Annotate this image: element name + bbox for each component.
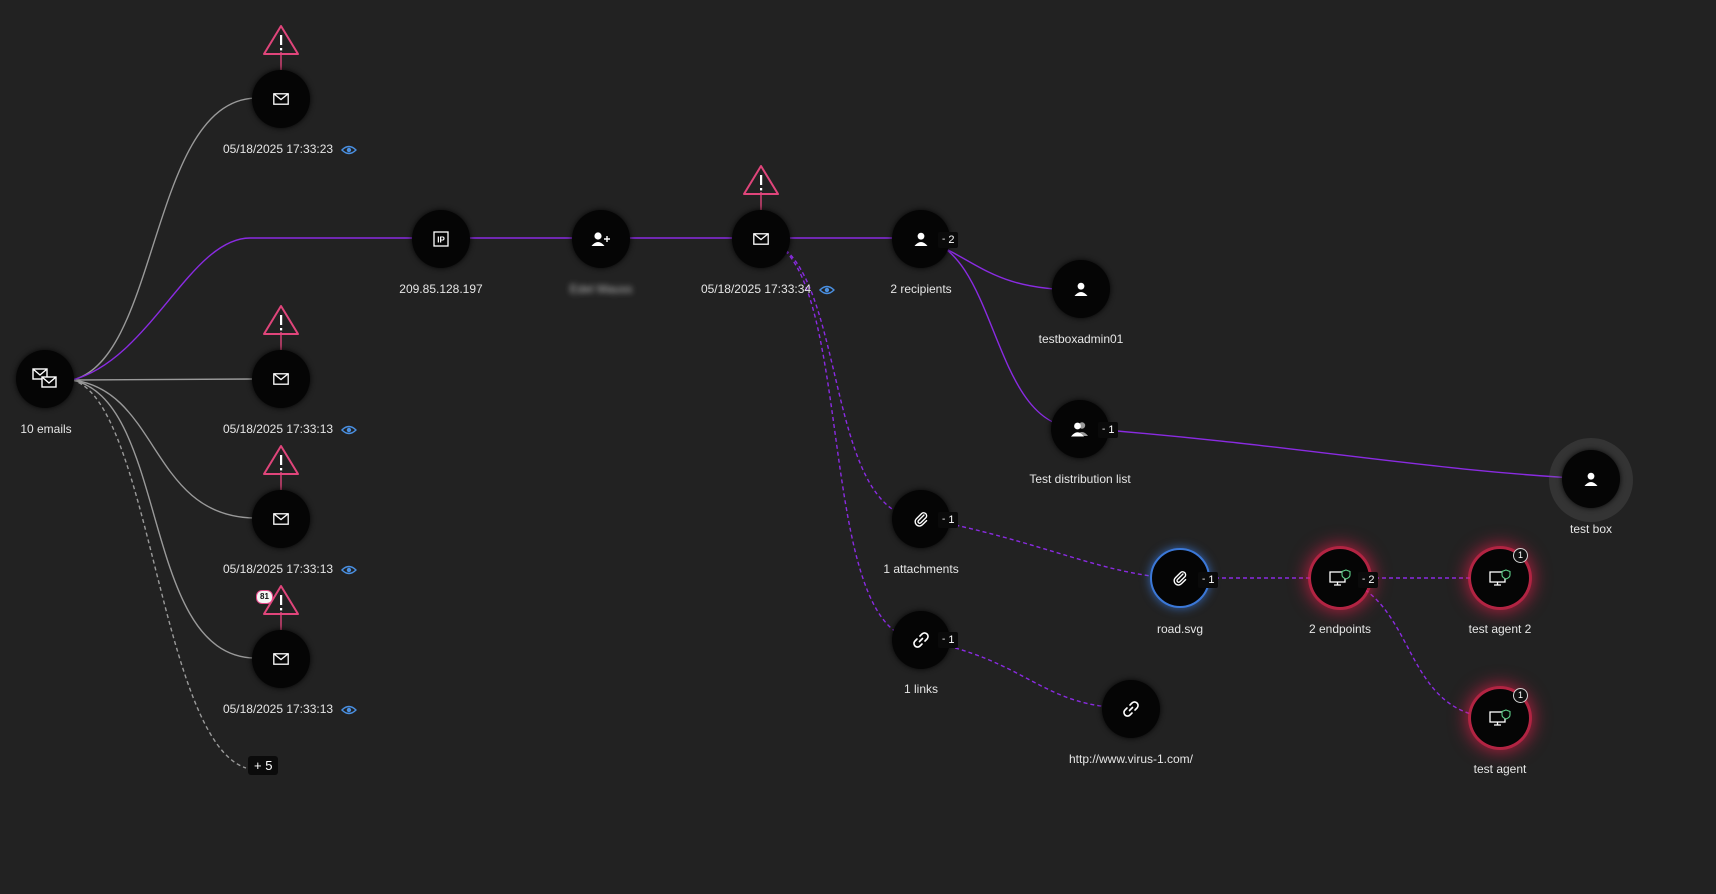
attachments-label: 1 attachments <box>883 562 959 576</box>
email-timestamp-3: 05/18/2025 17:33:13 <box>223 562 358 576</box>
recipients-count[interactable]: -2 <box>938 232 959 248</box>
email-timestamp-1: 05/18/2025 17:33:23 <box>223 142 358 156</box>
envelope-icon <box>273 513 289 525</box>
paperclip-icon <box>1173 571 1187 586</box>
edge-endpoints-agent1 <box>1339 577 1501 719</box>
testbox-label: test box <box>1569 522 1613 536</box>
user-icon <box>1074 282 1088 296</box>
warning-icon <box>263 25 299 55</box>
endpoints-count[interactable]: -2 <box>1358 572 1379 588</box>
endpoints-label: 2 endpoints <box>1308 622 1372 636</box>
show-more-button[interactable]: + 5 <box>248 756 279 775</box>
road-svg-label: road.svg <box>1156 622 1204 636</box>
test-agent-alert-badge: 1 <box>1513 688 1528 703</box>
endpoint-icon <box>1329 569 1351 586</box>
distribution-label: Test distribution list <box>1029 472 1131 486</box>
test-agent-2-label: test agent 2 <box>1468 622 1532 636</box>
recipients-label: 2 recipients <box>890 282 952 296</box>
edge-root-email-3 <box>71 379 257 519</box>
main-email-node[interactable] <box>732 210 790 268</box>
endpoint-icon <box>1489 569 1511 586</box>
sender-label: Edel Mauss <box>569 282 633 296</box>
paperclip-icon <box>914 512 928 527</box>
link-icon <box>913 632 929 648</box>
ip-node[interactable]: IP <box>412 210 470 268</box>
edge-links-virus <box>920 639 1132 709</box>
eye-icon[interactable] <box>341 565 358 575</box>
warning-icon <box>263 305 299 335</box>
multiple-emails-icon <box>32 368 57 388</box>
group-icon <box>1071 422 1088 437</box>
envelope-icon <box>273 653 289 665</box>
edge-root-email-1 <box>71 97 257 381</box>
edge-email-links <box>760 237 922 641</box>
edge-attach-road <box>920 517 1181 579</box>
main-email-timestamp: 05/18/2025 17:33:34 <box>701 282 836 296</box>
warning-count-chip: 81 <box>256 590 273 604</box>
testboxadmin-label: testboxadmin01 <box>1038 332 1124 346</box>
edge-root-email-2 <box>71 378 257 381</box>
sender-node[interactable] <box>572 210 630 268</box>
ip-icon: IP <box>433 231 449 247</box>
eye-icon[interactable] <box>819 285 836 295</box>
envelope-icon <box>273 93 289 105</box>
virus-link-label: http://www.virus-1.com/ <box>1068 752 1194 766</box>
eye-icon[interactable] <box>341 425 358 435</box>
add-user-icon <box>591 232 610 246</box>
email-node-4[interactable] <box>252 630 310 688</box>
root-emails-node[interactable] <box>16 350 74 408</box>
envelope-icon <box>753 233 769 245</box>
attachments-count[interactable]: -1 <box>938 512 959 528</box>
email-node-3[interactable] <box>252 490 310 548</box>
user-icon <box>914 232 928 246</box>
links-count[interactable]: -1 <box>938 632 959 648</box>
edge-root-more <box>71 379 247 769</box>
testbox-node[interactable] <box>1562 450 1620 508</box>
user-icon <box>1584 472 1598 486</box>
testboxadmin-node[interactable] <box>1052 260 1110 318</box>
root-label: 10 emails <box>20 422 72 436</box>
distribution-count[interactable]: -1 <box>1098 422 1119 438</box>
email-node-2[interactable] <box>252 350 310 408</box>
link-icon <box>1123 701 1139 717</box>
warning-icon <box>263 445 299 475</box>
svg-text:IP: IP <box>437 236 445 245</box>
ip-label: 209.85.128.197 <box>399 282 483 296</box>
road-svg-count[interactable]: -1 <box>1198 572 1219 588</box>
email-node-1[interactable] <box>252 70 310 128</box>
email-timestamp-2: 05/18/2025 17:33:13 <box>223 422 358 436</box>
endpoint-icon <box>1489 709 1511 726</box>
edge-dist-testbox <box>1079 427 1592 480</box>
links-label: 1 links <box>903 682 939 696</box>
eye-icon[interactable] <box>341 705 358 715</box>
test-agent-2-alert-badge: 1 <box>1513 548 1528 563</box>
test-agent-label: test agent <box>1473 762 1527 776</box>
eye-icon[interactable] <box>341 145 358 155</box>
email-timestamp-4: 05/18/2025 17:33:13 <box>223 702 358 716</box>
edge-root-ip <box>71 237 441 381</box>
envelope-icon <box>273 373 289 385</box>
warning-icon <box>743 165 779 195</box>
virus-link-node[interactable] <box>1102 680 1160 738</box>
